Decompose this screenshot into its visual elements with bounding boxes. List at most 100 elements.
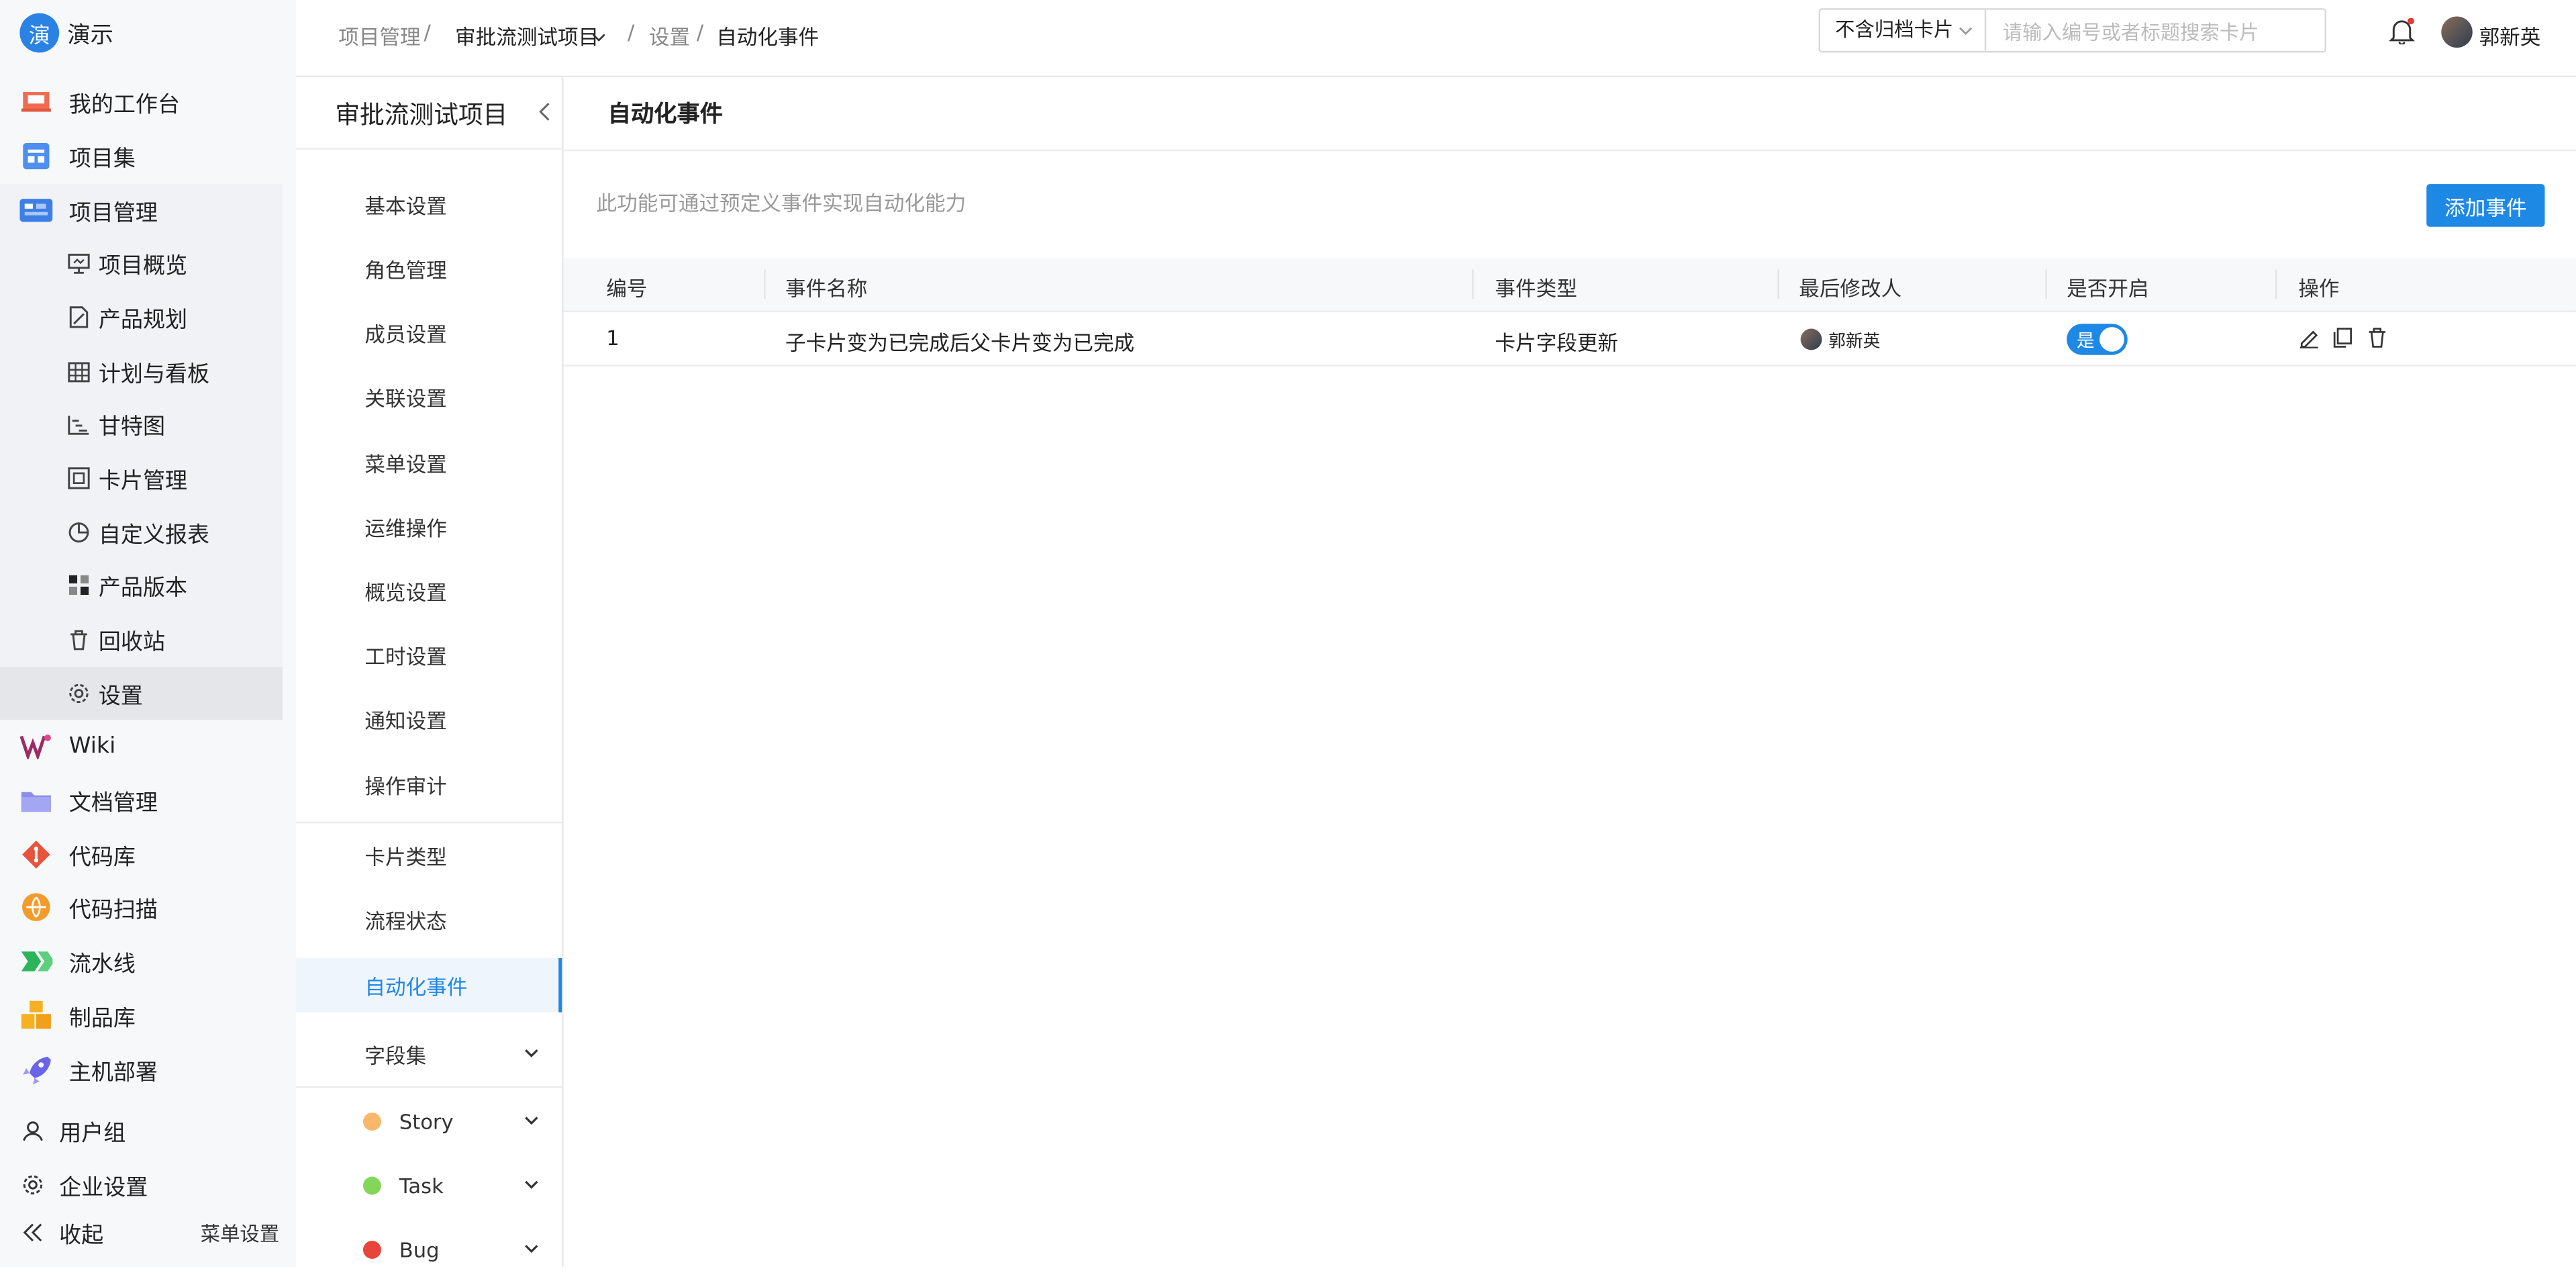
subnav-item-field-set[interactable]: 字段集 xyxy=(296,1027,562,1082)
sidebar-item-label: 项目管理 xyxy=(68,200,158,227)
breadcrumb-current: 自动化事件 xyxy=(716,24,820,50)
notification-bell-icon[interactable] xyxy=(2389,17,2415,51)
rocket-icon xyxy=(19,1053,52,1086)
subnav-item-card-type[interactable]: 卡片类型 xyxy=(296,829,562,883)
chevron-down-icon[interactable] xyxy=(591,23,606,48)
subnav-item-bug[interactable]: Bug xyxy=(296,1223,562,1277)
sidebar-item-label: 项目概览 xyxy=(98,252,188,280)
table-row[interactable]: 1 子卡片变为已完成后父卡片变为已完成 卡片字段更新 郭新英 是 xyxy=(563,312,2576,367)
sidebar-item-settings[interactable]: 设置 xyxy=(0,667,283,720)
breadcrumb-project[interactable]: 审批流测试项目 xyxy=(455,19,599,51)
pie-icon xyxy=(62,516,95,549)
event-enabled-toggle[interactable]: 是 xyxy=(2067,324,2128,355)
sidebar-item-workbench[interactable]: 我的工作台 xyxy=(0,76,283,128)
sidebar-item-code-scan[interactable]: 代码扫描 xyxy=(0,881,283,933)
sidebar-item-product-planning[interactable]: 产品规划 xyxy=(0,291,283,343)
user-name[interactable]: 郭新英 xyxy=(2479,19,2541,51)
breadcrumb-project-management[interactable]: 项目管理 xyxy=(338,19,420,51)
sidebar-item-label: 收起 xyxy=(59,1223,104,1249)
sidebar-item-project-overview[interactable]: 项目概览 xyxy=(0,236,283,289)
event-id: 1 xyxy=(606,325,620,350)
sidebar-item-gantt[interactable]: 甘特图 xyxy=(0,397,283,450)
subnav-item-automation[interactable]: 自动化事件 xyxy=(295,958,562,1012)
event-name[interactable]: 子卡片变为已完成后父卡片变为已完成 xyxy=(785,326,1134,357)
card-search-input[interactable] xyxy=(1987,9,2341,54)
sidebar-item-label: 代码库 xyxy=(68,845,136,871)
subnav-item-flow-status[interactable]: 流程状态 xyxy=(296,892,562,947)
edit-icon[interactable] xyxy=(2298,327,2320,355)
sidebar-item-label: 流水线 xyxy=(68,951,136,978)
sidebar-item-card-management[interactable]: 卡片管理 xyxy=(0,452,283,504)
sidebar-item-custom-report[interactable]: 自定义报表 xyxy=(0,506,283,559)
subnav-item-label: 自动化事件 xyxy=(364,974,468,1000)
sidebar-item-wiki[interactable]: Wiki xyxy=(0,720,283,772)
subnav-item-label: 概览设置 xyxy=(364,580,447,605)
subnav-title: 审批流测试项目 xyxy=(335,100,508,130)
sidebar-item-label: 计划与看板 xyxy=(98,361,210,388)
subnav-item-members[interactable]: 成员设置 xyxy=(296,305,562,360)
menu-settings-link[interactable]: 菜单设置 xyxy=(201,1219,280,1247)
add-event-button[interactable]: 添加事件 xyxy=(2426,184,2545,227)
version-icon xyxy=(62,569,95,602)
story-color-dot xyxy=(362,1113,381,1131)
delete-icon[interactable] xyxy=(2367,327,2387,355)
sidebar-item-document[interactable]: 文档管理 xyxy=(0,774,283,826)
subnav-item-roles[interactable]: 角色管理 xyxy=(296,242,562,296)
subnav-item-overview[interactable]: 概览设置 xyxy=(296,564,562,618)
user-avatar[interactable] xyxy=(2441,16,2473,48)
subnav-item-audit[interactable]: 操作审计 xyxy=(296,757,562,812)
chevron-down-icon xyxy=(524,1113,539,1131)
subnav-divider xyxy=(295,1086,562,1088)
subnav-item-task[interactable]: Task xyxy=(296,1159,562,1213)
subnav-item-basic[interactable]: 基本设置 xyxy=(296,177,562,232)
sidebar-item-project-management[interactable]: 项目管理 xyxy=(0,184,283,236)
sidebar-item-user-group[interactable]: 用户组 xyxy=(0,1104,283,1157)
git-icon xyxy=(19,838,52,871)
sidebar-item-label: 主机部署 xyxy=(68,1059,158,1086)
column-header-modifier: 最后修改人 xyxy=(1799,276,1902,301)
subnav-item-story[interactable]: Story xyxy=(296,1094,562,1149)
sidebar-item-label: 用户组 xyxy=(59,1121,126,1147)
sidebar-item-label: 回收站 xyxy=(98,629,165,656)
sidebar-item-project-set[interactable]: 项目集 xyxy=(0,130,283,182)
column-header-actions: 操作 xyxy=(2298,276,2340,301)
archive-filter-select[interactable]: 不含归档卡片 xyxy=(1820,9,1987,51)
card-search-bar: 不含归档卡片 xyxy=(1818,8,2341,54)
sidebar-item-artifact[interactable]: 制品库 xyxy=(0,990,283,1042)
collapse-subnav-icon[interactable] xyxy=(537,102,550,128)
copy-icon[interactable] xyxy=(2333,327,2352,355)
sidebar-item-recycle-bin[interactable]: 回收站 xyxy=(0,613,283,665)
subnav-item-relations[interactable]: 关联设置 xyxy=(296,370,562,424)
column-separator xyxy=(2275,269,2277,299)
user-icon xyxy=(16,1115,49,1147)
sidebar-item-enterprise-settings[interactable]: 企业设置 xyxy=(0,1159,283,1211)
sidebar-item-product-version[interactable]: 产品版本 xyxy=(0,559,283,611)
sidebar-item-label: 产品规划 xyxy=(98,307,188,334)
org-name[interactable]: 演示 xyxy=(67,18,113,51)
sidebar-item-host-deploy[interactable]: 主机部署 xyxy=(0,1043,283,1096)
task-color-dot xyxy=(362,1176,381,1195)
sidebar: 演 演示 我的工作台 项目集 项目管理 项目概览 产品规划 计划与看板 甘特图 … xyxy=(0,0,298,1268)
subnav-item-menu[interactable]: 菜单设置 xyxy=(296,436,562,490)
sidebar-item-label: 自定义报表 xyxy=(98,522,210,549)
subnav-item-label: 成员设置 xyxy=(364,322,447,347)
subnav-item-ops[interactable]: 运维操作 xyxy=(296,500,562,554)
subnav-item-label: 通知设置 xyxy=(364,708,447,733)
subnav-item-notification[interactable]: 通知设置 xyxy=(296,692,562,746)
sidebar-item-label: Wiki xyxy=(68,732,116,759)
sidebar-item-plan-board[interactable]: 计划与看板 xyxy=(0,345,283,397)
bug-color-dot xyxy=(362,1241,381,1259)
sidebar-item-pipeline[interactable]: 流水线 xyxy=(0,935,283,988)
subnav-item-worktime[interactable]: 工时设置 xyxy=(296,628,562,682)
monitor-icon xyxy=(62,246,95,279)
sidebar-item-label: 项目集 xyxy=(68,146,136,173)
org-logo[interactable]: 演 xyxy=(19,13,60,53)
planning-icon xyxy=(62,301,95,334)
pipeline-icon xyxy=(19,945,53,978)
double-chevron-left-icon xyxy=(16,1216,49,1249)
event-type: 卡片字段更新 xyxy=(1495,330,1619,355)
gear-icon xyxy=(62,677,95,710)
sidebar-item-code-repo[interactable]: 代码库 xyxy=(0,829,283,881)
breadcrumb-settings[interactable]: 设置 xyxy=(649,19,690,51)
chevron-down-icon xyxy=(524,1045,539,1063)
